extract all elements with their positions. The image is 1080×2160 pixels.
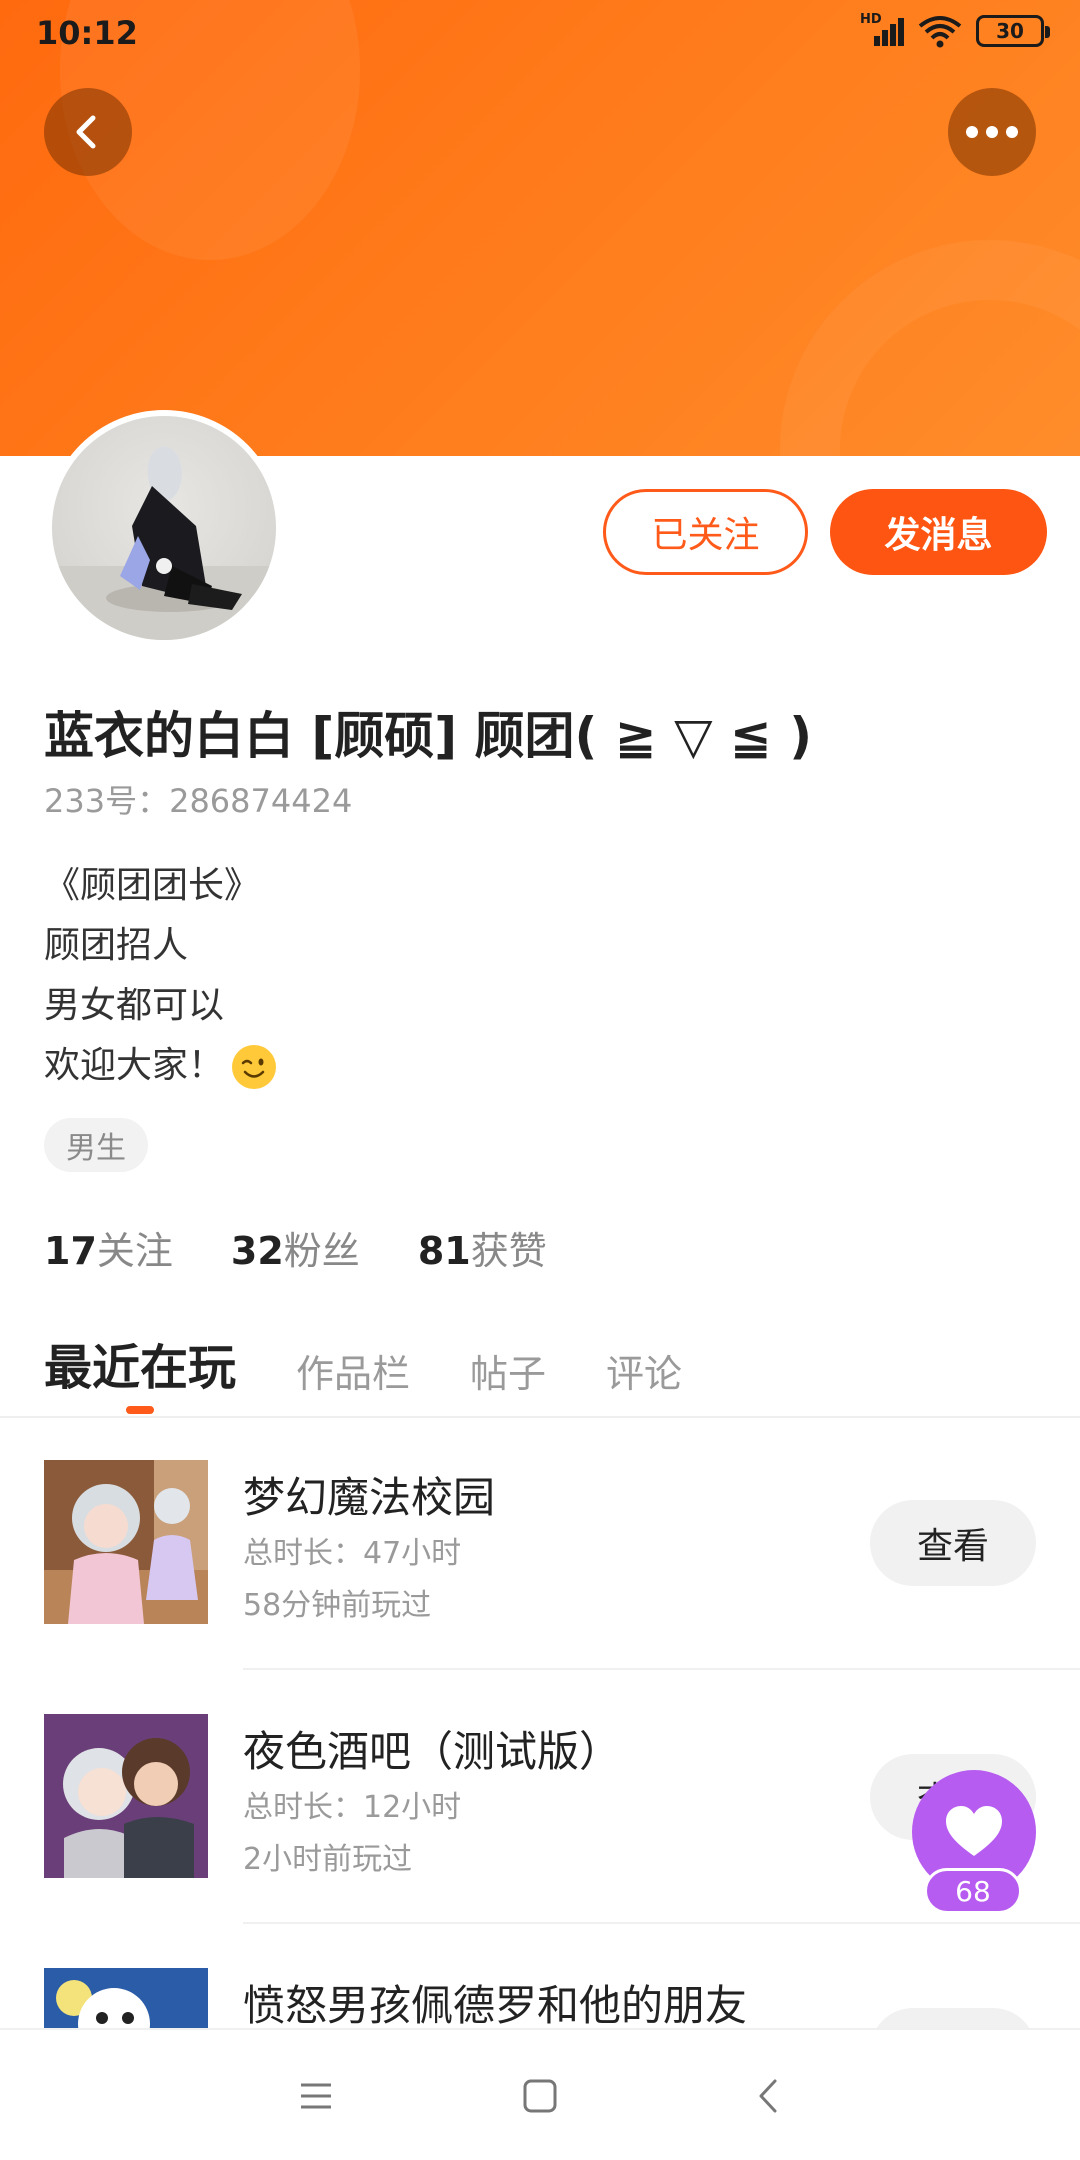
list-item[interactable]: 夜色酒吧（测试版） 总时长：12小时 2小时前玩过 查看 [0,1670,1080,1924]
profile-bio: 《顾团团长》 顾团招人 男女都可以 欢迎大家！ [44,856,277,1096]
bio-line: 顾团招人 [44,925,189,966]
back-chevron-icon [76,115,96,149]
battery-level: 30 [996,19,1024,43]
tab-works[interactable]: 作品栏 [296,1343,410,1406]
tab-recently-played[interactable]: 最近在玩 [44,1328,236,1406]
status-icons: HD 30 [860,12,1050,48]
gender-tag: 男生 [44,1118,148,1172]
game-title: 梦幻魔法校园 [243,1473,496,1522]
stat-likes-number: 81 [417,1229,471,1273]
home-button[interactable] [508,2064,572,2128]
stat-following-number: 17 [44,1229,97,1273]
stat-fans-number: 32 [230,1229,284,1273]
wink-emoji-icon [232,1045,277,1089]
more-options-button[interactable] [948,88,1036,176]
bio-line: 《顾团团长》 [44,865,261,906]
profile-stats: 17关注 32粉丝 81获赞 [44,1220,547,1275]
menu-icon [301,2083,331,2109]
profile-header-banner: 10:12 HD 30 [0,0,1080,456]
stat-fans-label: 粉丝 [283,1229,360,1273]
stat-following[interactable]: 17关注 [44,1220,173,1275]
profile-username: 蓝衣的白白 [顾硕] 顾团( ≧ ▽ ≦ ) [44,707,813,765]
banner-decoration [780,240,1080,456]
signal-icon: HD [860,12,904,48]
avatar-image [52,416,276,640]
stat-likes: 81获赞 [418,1220,547,1275]
heart-icon [946,1806,1002,1856]
stat-following-label: 关注 [96,1229,173,1273]
followed-button[interactable]: 已关注 [603,489,808,575]
battery-icon: 30 [976,15,1050,47]
status-time: 10:12 [36,14,138,52]
network-type-label: HD [860,12,882,27]
stat-likes-label: 获赞 [470,1229,547,1273]
list-item[interactable]: 梦幻魔法校园 总时长：47小时 58分钟前玩过 查看 [0,1416,1080,1670]
system-navigation-bar [0,2028,1080,2160]
system-back-button[interactable] [736,2064,800,2128]
profile-tabs: 最近在玩 作品栏 帖子 评论 [44,1328,682,1406]
bio-line-with-emoji: 欢迎大家！ [44,1036,277,1096]
active-tab-indicator [126,1406,154,1414]
tab-posts[interactable]: 帖子 [470,1343,546,1406]
back-button[interactable] [44,88,132,176]
bio-line: 欢迎大家！ [44,1045,225,1086]
game-title: 愤怒男孩佩德罗和他的朋友 [243,1981,748,2030]
status-bar: 10:12 HD 30 [0,0,1080,66]
like-count-badge: 68 [924,1868,1022,1914]
avatar[interactable] [46,410,282,646]
game-title: 夜色酒吧（测试版） [243,1727,622,1776]
stat-fans[interactable]: 32粉丝 [231,1220,360,1275]
game-last-played: 58分钟前玩过 [243,1588,432,1623]
tab-comments[interactable]: 评论 [606,1343,682,1406]
home-square-icon [523,2079,557,2113]
game-total-duration: 总时长：12小时 [243,1790,462,1825]
back-triangle-icon [759,2079,777,2113]
game-thumbnail [44,1460,208,1624]
game-total-duration: 总时长：47小时 [243,1536,462,1571]
profile-id: 233号：286874424 [44,782,353,820]
wifi-icon [918,14,962,48]
game-thumbnail [44,1714,208,1878]
menu-button[interactable] [284,2064,348,2128]
game-last-played: 2小时前玩过 [243,1842,413,1877]
bio-line: 男女都可以 [44,985,225,1026]
more-dots-icon [966,126,1018,138]
view-game-button[interactable]: 查看 [870,1500,1036,1586]
send-message-button[interactable]: 发消息 [830,489,1047,575]
